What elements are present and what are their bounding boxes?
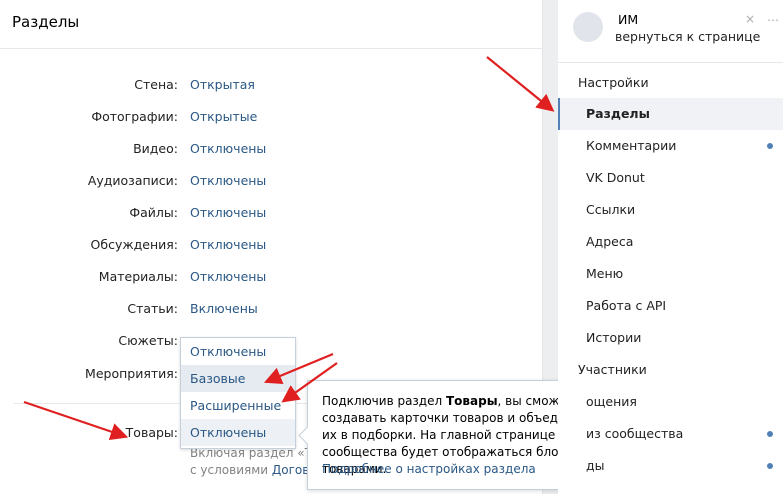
nav-label: Участники xyxy=(578,362,647,377)
row-label: Файлы: xyxy=(129,205,178,220)
nav-label: VK Donut xyxy=(586,170,645,185)
sidebar-header: ИМ вернуться к странице × … xyxy=(558,0,783,63)
row-value-dropdown[interactable]: Включены xyxy=(190,301,258,316)
sidebar-item-sections[interactable]: Разделы xyxy=(558,98,783,130)
nav-label: Настройки xyxy=(578,75,649,90)
nav-label: Работа с API xyxy=(586,298,667,313)
page-title: Разделы xyxy=(12,13,80,31)
section-row-discussions: Обсуждения: Отключены xyxy=(0,235,542,255)
sidebar-group-settings[interactable]: Настройки xyxy=(558,67,783,99)
avatar[interactable] xyxy=(573,12,603,42)
section-row-photos: Фотографии: Открытые xyxy=(0,107,542,127)
row-value-dropdown[interactable]: Отключены xyxy=(190,173,266,188)
row-value-dropdown[interactable]: Отключены xyxy=(190,141,266,156)
sidebar-item-messages[interactable]: ощения xyxy=(558,386,783,418)
row-label: Товары: xyxy=(125,425,178,440)
nav-label: ощения xyxy=(586,394,637,409)
back-to-page-link[interactable]: вернуться к странице xyxy=(615,29,760,44)
nav-label: Комментарии xyxy=(586,138,677,153)
tooltip-text-part: Подключив раздел xyxy=(322,394,446,408)
main-header: Разделы xyxy=(0,0,542,49)
section-row-articles: Статьи: Включены xyxy=(0,299,542,319)
sidebar-item-vk-donut[interactable]: VK Donut xyxy=(558,162,783,194)
sidebar-item-links[interactable]: Ссылки xyxy=(558,194,783,226)
tooltip-more-link[interactable]: Подробнее о настройках раздела xyxy=(322,461,536,478)
sidebar-item-partial[interactable]: ды xyxy=(558,450,783,482)
row-label: Стена: xyxy=(134,77,178,92)
more-icon[interactable]: … xyxy=(767,10,779,24)
dropdown-option-extended[interactable]: Расширенные xyxy=(181,392,295,419)
row-value-dropdown[interactable]: Отключены xyxy=(190,205,266,220)
row-value-dropdown[interactable]: Отключены xyxy=(190,269,266,284)
sidebar-item-api[interactable]: Работа с API xyxy=(558,290,783,322)
section-row-video: Видео: Отключены xyxy=(0,139,542,159)
note-text: с условиями xyxy=(190,463,272,477)
nav-label: Истории xyxy=(586,330,642,345)
nav-label: Разделы xyxy=(586,106,650,121)
row-label: Сюжеты: xyxy=(118,333,178,348)
nav-label: Адреса xyxy=(586,234,634,249)
row-label: Статьи: xyxy=(127,301,178,316)
settings-sidebar: ИМ вернуться к странице × … Настройки Ра… xyxy=(558,0,783,494)
row-label: Материалы: xyxy=(98,269,178,284)
dropdown-option-basic[interactable]: Базовые xyxy=(181,365,295,392)
sidebar-group-members[interactable]: Участники xyxy=(558,354,783,386)
section-row-files: Файлы: Отключены xyxy=(0,203,542,223)
community-name: ИМ xyxy=(618,12,639,27)
section-row-materials: Материалы: Отключены xyxy=(0,267,542,287)
row-label: Мероприятия: xyxy=(85,366,178,381)
row-label: Обсуждения: xyxy=(90,237,178,252)
row-value-dropdown[interactable]: Отключены xyxy=(190,237,266,252)
row-label: Видео: xyxy=(133,141,178,156)
row-value-dropdown[interactable]: Открытая xyxy=(190,77,255,92)
close-icon[interactable]: × xyxy=(745,12,755,26)
goods-note: Включая раздел «То с условиями Догово xyxy=(190,445,319,479)
notification-dot-icon xyxy=(767,431,773,437)
row-value-dropdown[interactable]: Открытые xyxy=(190,109,257,124)
dropdown-option-selected[interactable]: Отключены xyxy=(181,419,295,446)
sidebar-item-stories[interactable]: Истории xyxy=(558,322,783,354)
section-row-audio: Аудиозаписи: Отключены xyxy=(0,171,542,191)
sidebar-item-addresses[interactable]: Адреса xyxy=(558,226,783,258)
dropdown-option-disabled[interactable]: Отключены xyxy=(181,338,295,365)
nav-label: Меню xyxy=(586,266,624,281)
notification-dot-icon xyxy=(767,463,773,469)
row-label: Аудиозаписи: xyxy=(87,173,178,188)
sidebar-item-comments[interactable]: Комментарии xyxy=(558,130,783,162)
notification-dot-icon xyxy=(767,143,773,149)
sidebar-item-from-community[interactable]: из сообщества xyxy=(558,418,783,450)
nav-label: ды xyxy=(586,458,605,473)
goods-dropdown-menu[interactable]: Отключены Базовые Расширенные Отключены xyxy=(180,337,296,449)
sidebar-item-menu[interactable]: Меню xyxy=(558,258,783,290)
section-row-wall: Стена: Открытая xyxy=(0,75,542,95)
note-line: с условиями Догово xyxy=(190,462,319,479)
nav-label: из сообщества xyxy=(586,426,684,441)
tooltip-bold: Товары xyxy=(445,394,498,408)
nav-label: Ссылки xyxy=(586,202,636,217)
row-label: Фотографии: xyxy=(91,109,178,124)
